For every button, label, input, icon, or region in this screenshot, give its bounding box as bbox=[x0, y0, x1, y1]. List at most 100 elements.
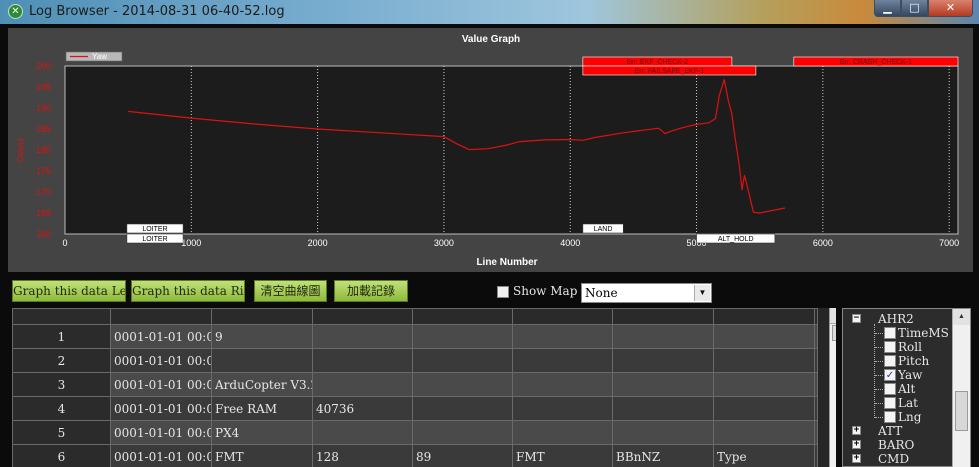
grid-cell[interactable] bbox=[412, 324, 513, 349]
grid-cell[interactable] bbox=[512, 396, 613, 421]
grid-cell[interactable] bbox=[312, 324, 413, 349]
grid-cell[interactable] bbox=[312, 372, 413, 397]
checkbox-alt[interactable] bbox=[884, 383, 896, 395]
grid-cell[interactable] bbox=[612, 396, 714, 421]
table-row[interactable]: 10001-01-01 00:0...9 bbox=[12, 324, 818, 349]
grid-cell[interactable] bbox=[612, 372, 714, 397]
tree-node-baro[interactable]: BARO bbox=[878, 438, 914, 452]
grid-cell[interactable]: 0001-01-01 00:0... bbox=[110, 396, 212, 421]
clear-graph-button[interactable]: 清空曲線圖 bbox=[254, 280, 327, 302]
column-header[interactable] bbox=[211, 308, 313, 325]
value-graph-panel[interactable]: Value Graph Line Number Output 0 1000 2000 300… bbox=[8, 28, 973, 272]
table-row[interactable]: 20001-01-01 00:0... bbox=[12, 348, 818, 373]
chevron-down-icon[interactable]: ▼ bbox=[694, 285, 710, 301]
scroll-thumb[interactable] bbox=[832, 325, 836, 341]
value-graph[interactable]: Value Graph Line Number Output 0 1000 2000 300… bbox=[8, 28, 973, 272]
grid-cell[interactable]: 0001-01-01 00:0... bbox=[110, 324, 212, 349]
grid-cell[interactable]: 0001-01-01 00:0... bbox=[110, 420, 212, 445]
column-header[interactable] bbox=[814, 308, 818, 325]
grid-cell[interactable] bbox=[512, 348, 613, 373]
checkbox-yaw[interactable]: ✓ bbox=[884, 369, 896, 381]
tree-node-cmd[interactable]: CMD bbox=[878, 452, 909, 466]
expand-icon[interactable]: + bbox=[852, 426, 861, 435]
grid-corner-cell[interactable] bbox=[12, 308, 111, 325]
grid-cell[interactable]: 89 bbox=[412, 444, 513, 467]
table-row[interactable]: 40001-01-01 00:0...Free RAM40736 bbox=[12, 396, 818, 421]
log-data-grid[interactable]: 10001-01-01 00:0...920001-01-01 00:0...3… bbox=[12, 308, 836, 467]
grid-cell[interactable] bbox=[814, 324, 818, 349]
column-header[interactable] bbox=[110, 308, 212, 325]
grid-cell[interactable] bbox=[412, 348, 513, 373]
checkbox-roll[interactable] bbox=[884, 341, 896, 353]
grid-cell[interactable] bbox=[814, 396, 818, 421]
row-header[interactable]: 5 bbox=[12, 420, 111, 445]
scroll-up-icon[interactable]: ▲ bbox=[953, 309, 970, 325]
checkbox-lat[interactable] bbox=[884, 397, 896, 409]
grid-cell[interactable]: 0001-01-01 00:0... bbox=[110, 444, 212, 467]
grid-cell[interactable] bbox=[713, 372, 815, 397]
graph-left-button[interactable]: Graph this data Left bbox=[12, 280, 126, 302]
tree-leaf-alt[interactable]: Alt bbox=[898, 382, 915, 396]
close-button[interactable]: ✕ bbox=[928, 0, 973, 17]
grid-cell[interactable]: FMT bbox=[512, 444, 613, 467]
grid-cell[interactable]: ArduCopter V3.2... bbox=[211, 372, 313, 397]
tree-leaf-yaw[interactable]: Yaw bbox=[898, 368, 922, 382]
grid-cell[interactable]: PX4 bbox=[211, 420, 313, 445]
map-select[interactable]: None ▼ bbox=[581, 283, 712, 303]
grid-cell[interactable]: L bbox=[814, 444, 818, 467]
grid-cell[interactable]: 0001-01-01 00:0... bbox=[110, 348, 212, 373]
expand-icon[interactable]: + bbox=[852, 440, 861, 449]
grid-cell[interactable] bbox=[814, 348, 818, 373]
tree-leaf-lat[interactable]: Lat bbox=[898, 396, 918, 410]
grid-cell[interactable] bbox=[612, 420, 714, 445]
tree-leaf-roll[interactable]: Roll bbox=[898, 340, 922, 354]
grid-cell[interactable] bbox=[412, 420, 513, 445]
grid-cell[interactable]: 0001-01-01 00:0... bbox=[110, 372, 212, 397]
scroll-up-icon[interactable]: ▲ bbox=[830, 308, 836, 324]
column-header[interactable] bbox=[713, 308, 815, 325]
row-header[interactable]: 1 bbox=[12, 324, 111, 349]
grid-cell[interactable]: BBnNZ bbox=[612, 444, 714, 467]
row-header[interactable]: 2 bbox=[12, 348, 111, 373]
row-header[interactable]: 3 bbox=[12, 372, 111, 397]
table-row[interactable]: 60001-01-01 00:0...FMT12889FMTBBnNZTypeL bbox=[12, 444, 818, 467]
grid-cell[interactable] bbox=[814, 372, 818, 397]
tree-node-ahr2[interactable]: AHR2 bbox=[878, 312, 914, 326]
expand-icon[interactable]: + bbox=[852, 454, 861, 463]
grid-cell[interactable] bbox=[713, 324, 815, 349]
tree-node-att[interactable]: ATT bbox=[878, 424, 902, 438]
row-header[interactable]: 6 bbox=[12, 444, 111, 467]
grid-cell[interactable] bbox=[512, 324, 613, 349]
grid-cell[interactable]: Type bbox=[713, 444, 815, 467]
load-log-button[interactable]: 加載記錄 bbox=[334, 280, 408, 302]
grid-cell[interactable] bbox=[512, 372, 613, 397]
scroll-thumb[interactable] bbox=[955, 391, 968, 431]
checkbox-pitch[interactable] bbox=[884, 355, 896, 367]
grid-cell[interactable] bbox=[612, 324, 714, 349]
grid-cell[interactable] bbox=[814, 420, 818, 445]
tree-leaf-lng[interactable]: Lng bbox=[898, 410, 921, 424]
show-map-checkbox[interactable] bbox=[497, 286, 509, 298]
table-row[interactable]: 50001-01-01 00:0...PX4 bbox=[12, 420, 818, 445]
grid-cell[interactable]: Free RAM bbox=[211, 396, 313, 421]
grid-cell[interactable] bbox=[713, 396, 815, 421]
grid-cell[interactable]: 9 bbox=[211, 324, 313, 349]
grid-cell[interactable] bbox=[211, 348, 313, 373]
column-header[interactable] bbox=[412, 308, 513, 325]
grid-cell[interactable] bbox=[713, 348, 815, 373]
tree-leaf-timems[interactable]: TimeMS bbox=[898, 326, 949, 340]
column-header[interactable] bbox=[612, 308, 714, 325]
grid-cell[interactable] bbox=[312, 420, 413, 445]
collapse-icon[interactable]: − bbox=[852, 314, 861, 323]
maximize-button[interactable]: □ bbox=[901, 0, 928, 17]
grid-cell[interactable] bbox=[312, 348, 413, 373]
grid-cell[interactable] bbox=[713, 420, 815, 445]
grid-cell[interactable] bbox=[512, 420, 613, 445]
tree-vertical-scrollbar[interactable]: ▲ bbox=[952, 309, 970, 467]
column-header[interactable] bbox=[512, 308, 613, 325]
grid-vertical-scrollbar[interactable]: ▲ bbox=[829, 308, 836, 467]
checkbox-timems[interactable] bbox=[884, 327, 896, 339]
table-row[interactable]: 30001-01-01 00:0...ArduCopter V3.2... bbox=[12, 372, 818, 397]
grid-cell[interactable]: 40736 bbox=[312, 396, 413, 421]
column-header[interactable] bbox=[312, 308, 413, 325]
